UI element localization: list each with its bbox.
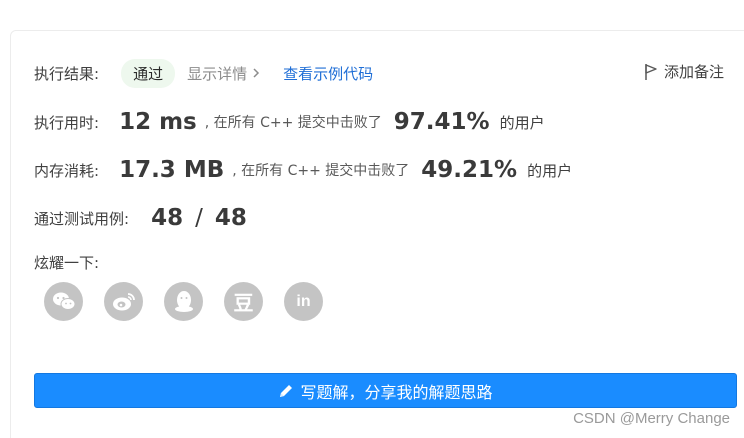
show-details-link[interactable]: 显示详情	[187, 63, 261, 84]
tests-label: 通过测试用例:	[34, 209, 130, 228]
runtime-beat-text: , 在所有 C++ 提交中击败了	[204, 115, 382, 131]
runtime-percent: 97.41%	[393, 109, 490, 135]
watermark: CSDN @Merry Change	[573, 410, 730, 427]
linkedin-glyph: in	[296, 292, 311, 310]
runtime-row: 执行用时: 12 ms , 在所有 C++ 提交中击败了 97.41% 的用户	[34, 106, 545, 138]
result-row: 执行结果: 通过 显示详情 查看示例代码 添加备注	[34, 58, 724, 88]
memory-label: 内存消耗:	[34, 161, 100, 180]
qq-icon[interactable]	[164, 282, 203, 321]
memory-percent: 49.21%	[421, 157, 518, 183]
qq-glyph	[174, 290, 193, 312]
memory-suffix: 的用户	[527, 161, 573, 180]
linkedin-icon[interactable]: in	[284, 282, 323, 321]
flag-icon	[645, 63, 657, 80]
share-label: 炫耀一下:	[34, 253, 100, 272]
douban-icon[interactable]: 豆	[224, 282, 263, 321]
memory-value: 17.3 MB	[119, 157, 225, 183]
tests-passed: 48	[151, 205, 184, 231]
write-solution-button[interactable]: 写题解，分享我的解题思路	[34, 373, 737, 408]
share-row: 炫耀一下:	[34, 250, 99, 274]
result-label: 执行结果:	[34, 64, 100, 83]
chevron-right-icon	[253, 68, 260, 78]
show-details-label: 显示详情	[187, 64, 248, 83]
tests-row: 通过测试用例: 48 / 48	[34, 202, 247, 234]
runtime-label: 执行用时:	[34, 113, 100, 132]
add-note-button[interactable]: 添加备注	[644, 61, 724, 82]
share-icons: 豆 in	[44, 282, 344, 321]
write-solution-label: 写题解，分享我的解题思路	[300, 382, 493, 402]
status-badge: 通过	[121, 58, 176, 88]
wechat-icon[interactable]	[44, 282, 83, 321]
weibo-glyph	[112, 292, 135, 310]
tests-separator: /	[195, 205, 203, 231]
pencil-icon	[280, 384, 293, 397]
runtime-suffix: 的用户	[499, 113, 545, 132]
memory-row: 内存消耗: 17.3 MB , 在所有 C++ 提交中击败了 49.21% 的用…	[34, 154, 572, 186]
view-example-code-link[interactable]: 查看示例代码	[283, 63, 373, 84]
tests-total: 48	[214, 205, 247, 231]
wechat-glyph	[52, 292, 75, 310]
memory-beat-text: , 在所有 C++ 提交中击败了	[232, 163, 410, 179]
weibo-icon[interactable]	[104, 282, 143, 321]
douban-glyph: 豆	[233, 291, 254, 315]
add-note-label: 添加备注	[663, 63, 724, 81]
runtime-value: 12 ms	[119, 109, 197, 135]
